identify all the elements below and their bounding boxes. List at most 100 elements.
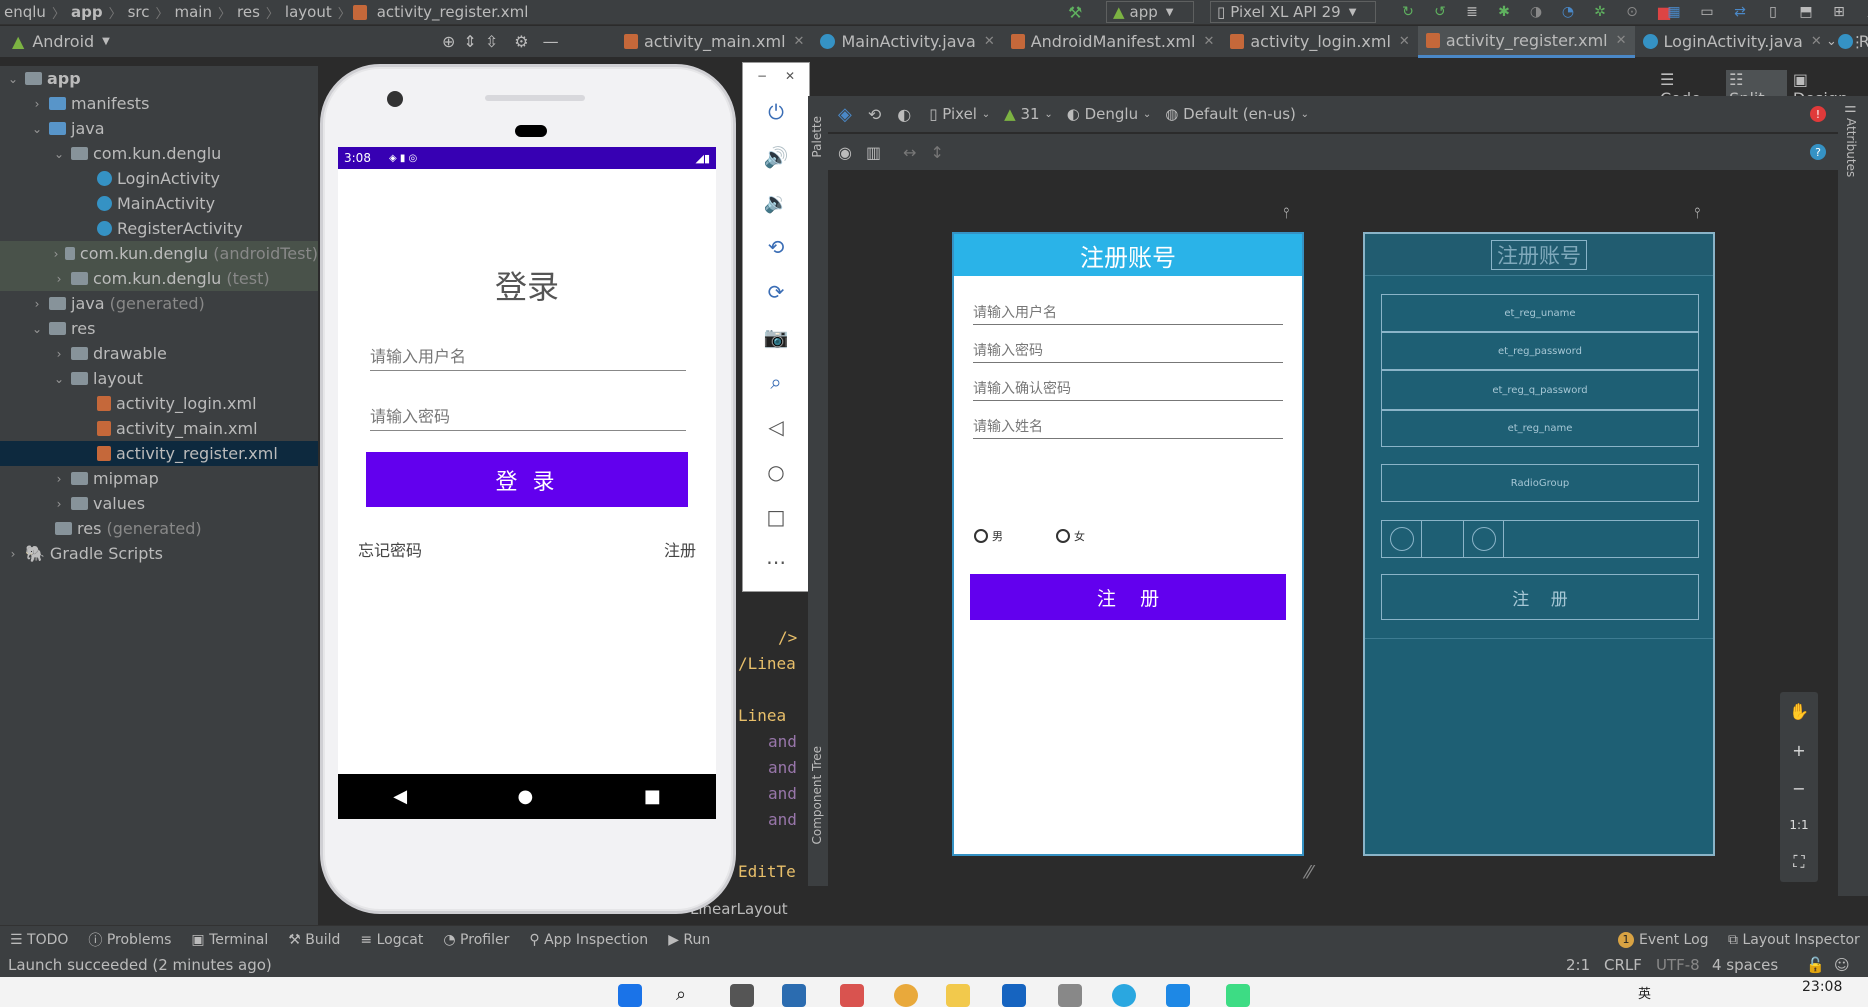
hammer-icon[interactable]: ⚒ xyxy=(1068,3,1082,22)
blueprint-et-reg-password[interactable]: et_reg_password xyxy=(1381,332,1699,370)
tab-activity-register[interactable]: activity_register.xml ✕ xyxy=(1417,25,1635,58)
android-studio-icon[interactable] xyxy=(1226,984,1250,1007)
more-tabs-icon[interactable]: ⋮ xyxy=(1850,33,1865,51)
breadcrumb-project[interactable]: enqlu xyxy=(0,3,50,21)
layout-inspector-button[interactable]: ⧉ Layout Inspector xyxy=(1718,932,1868,948)
blueprint-et-reg-q-password[interactable]: et_reg_q_password xyxy=(1381,370,1699,410)
home-icon[interactable]: ○ xyxy=(756,449,796,494)
file-explorer-icon[interactable] xyxy=(946,984,970,1007)
settings-gear-icon[interactable]: ⚙ xyxy=(514,32,528,51)
tab-android-manifest[interactable]: AndroidManifest.xml ✕ xyxy=(1003,26,1223,58)
tab-main-activity[interactable]: MainActivity.java ✕ xyxy=(812,26,1002,58)
emulator-screen[interactable]: 3:08 ◈ ▮ ◎ ◢▮ 登录 请输入用户名 请输入密码 登 录 忘记密码 注… xyxy=(338,147,716,819)
volume-up-icon[interactable]: 🔊 xyxy=(756,134,796,179)
breadcrumb-main[interactable]: main xyxy=(171,3,216,21)
tree-item-register-activity[interactable]: RegisterActivity xyxy=(0,216,318,241)
blueprint-toggle-icon[interactable]: ▥ xyxy=(866,143,881,162)
orientation-icon[interactable]: ⟲ xyxy=(868,105,881,124)
app-icon[interactable] xyxy=(840,984,864,1007)
event-log-button[interactable]: 1 Event Log xyxy=(1608,931,1719,948)
overview-icon[interactable]: □ xyxy=(756,494,796,539)
tab-activity-main[interactable]: activity_main.xml ✕ xyxy=(616,26,812,58)
device-manager-icon[interactable]: ▭ xyxy=(1695,1,1719,23)
app-icon[interactable] xyxy=(1166,984,1190,1007)
breadcrumb-src[interactable]: src xyxy=(124,3,154,21)
rotate-left-icon[interactable]: ⟲ xyxy=(756,224,796,269)
terminal-tool-button[interactable]: ▣ Terminal xyxy=(181,932,278,948)
zoom-fit-icon[interactable]: ⛶ xyxy=(1793,852,1804,872)
run-tool-button[interactable]: ▶ Run xyxy=(658,932,720,948)
search-icon[interactable]: ⌕ xyxy=(1860,1,1868,23)
tree-item-activity-register-xml[interactable]: activity_register.xml xyxy=(0,441,318,466)
pin-icon[interactable]: ⫯ xyxy=(1694,204,1701,222)
design-preview[interactable]: 注册账号 请输入用户名 请输入密码 请输入确认密码 请输入姓名 男 女 注 册 xyxy=(952,232,1304,856)
more-icon[interactable]: ⋯ xyxy=(756,539,796,584)
ime-icon[interactable]: 英 xyxy=(1638,983,1651,1002)
preview-username-input[interactable]: 请输入用户名 xyxy=(973,302,1283,325)
tree-item-package-test[interactable]: › com.kun.denglu (test) xyxy=(0,266,318,291)
component-tree-tab[interactable]: Component Tree xyxy=(810,746,824,844)
smiley-icon[interactable]: ☺ xyxy=(1834,956,1850,974)
blueprint-radiogroup[interactable]: RadioGroup xyxy=(1381,464,1699,502)
tree-item-java[interactable]: ⌄ java xyxy=(0,116,318,141)
blueprint-radio-2[interactable] xyxy=(1464,521,1504,557)
problems-tool-button[interactable]: ⓘ Problems xyxy=(78,930,181,950)
minimize-icon[interactable]: − xyxy=(757,69,767,83)
indent-setting[interactable]: 4 spaces xyxy=(1712,956,1778,974)
preview-radio-female[interactable]: 女 xyxy=(1056,528,1085,544)
todo-tool-button[interactable]: ☰ TODO xyxy=(0,932,78,948)
debug-icon[interactable]: ✱ xyxy=(1492,1,1516,23)
tree-item-values[interactable]: › values xyxy=(0,491,318,516)
close-icon[interactable]: ✕ xyxy=(1616,33,1627,48)
attach-debugger-icon[interactable]: ◑ xyxy=(1524,1,1548,23)
tree-item-manifests[interactable]: › manifests xyxy=(0,91,318,116)
profiler-tool-button[interactable]: ◔ Profiler xyxy=(433,932,519,948)
night-mode-icon[interactable]: ◐ xyxy=(897,105,911,124)
close-icon[interactable]: ✕ xyxy=(1811,34,1822,49)
close-icon[interactable]: ✕ xyxy=(794,34,805,49)
rotate-right-icon[interactable]: ⟳ xyxy=(756,269,796,314)
tree-item-res-generated[interactable]: res (generated) xyxy=(0,516,318,541)
zoom-actual-size-button[interactable]: 1:1 xyxy=(1789,818,1808,832)
breadcrumb-res[interactable]: res xyxy=(233,3,264,21)
widgets-icon[interactable] xyxy=(782,984,806,1007)
tree-item-drawable[interactable]: › drawable xyxy=(0,341,318,366)
blueprint-et-reg-uname[interactable]: et_reg_uname xyxy=(1381,294,1699,332)
tree-item-mipmap[interactable]: › mipmap xyxy=(0,466,318,491)
locale-dropdown[interactable]: ◍ Default (en-us) ⌄ xyxy=(1165,105,1309,123)
preview-register-button[interactable]: 注 册 xyxy=(970,574,1286,620)
tree-item-res[interactable]: ⌄ res xyxy=(0,316,318,341)
blueprint-radio-1[interactable] xyxy=(1382,521,1422,557)
expand-all-icon[interactable]: ⇕ xyxy=(463,32,476,51)
profiler-icon[interactable]: ◔ xyxy=(1556,1,1580,23)
preview-confirm-password-input[interactable]: 请输入确认密码 xyxy=(973,378,1283,401)
login-button[interactable]: 登 录 xyxy=(366,452,688,507)
app-icon[interactable] xyxy=(1112,984,1136,1007)
volume-down-icon[interactable]: 🔉 xyxy=(756,179,796,224)
tree-item-layout[interactable]: ⌄ layout xyxy=(0,366,318,391)
project-view-selector[interactable]: ▲ Android ▼ xyxy=(0,32,318,51)
eye-icon[interactable]: ◉ xyxy=(838,143,852,162)
blueprint-et-reg-name[interactable]: et_reg_name xyxy=(1381,410,1699,447)
power-icon[interactable]: ⏻ xyxy=(756,89,796,134)
close-icon[interactable]: ✕ xyxy=(785,69,795,83)
theme-dropdown[interactable]: ◐ Denglu ⌄ xyxy=(1067,105,1152,123)
tree-item-activity-main-xml[interactable]: activity_main.xml xyxy=(0,416,318,441)
sdk-manager-icon[interactable]: ⬒ xyxy=(1794,1,1818,23)
back-icon[interactable]: ◁ xyxy=(756,404,796,449)
logcat-tool-button[interactable]: ≡ Logcat xyxy=(350,932,433,948)
preview-name-input[interactable]: 请输入姓名 xyxy=(973,416,1283,439)
tree-item-main-activity[interactable]: MainActivity xyxy=(0,191,318,216)
preview-password-input[interactable]: 请输入密码 xyxy=(973,340,1283,363)
tree-item-gradle-scripts[interactable]: › 🐘 Gradle Scripts xyxy=(0,541,318,566)
zoom-icon[interactable]: ⌕ xyxy=(756,359,796,404)
attributes-icon[interactable]: ⚌ xyxy=(1844,100,1857,116)
api-dropdown[interactable]: ▲ 31 ⌄ xyxy=(1004,105,1053,123)
device-dropdown[interactable]: ▯ Pixel ⌄ xyxy=(929,105,990,123)
tree-item-login-activity[interactable]: LoginActivity xyxy=(0,166,318,191)
help-icon[interactable]: ? xyxy=(1810,144,1826,160)
grid-icon[interactable]: ⊞ xyxy=(1827,1,1851,23)
error-icon[interactable]: ! xyxy=(1810,106,1826,122)
start-icon[interactable] xyxy=(618,984,642,1007)
breadcrumb-layout[interactable]: layout xyxy=(281,3,336,21)
